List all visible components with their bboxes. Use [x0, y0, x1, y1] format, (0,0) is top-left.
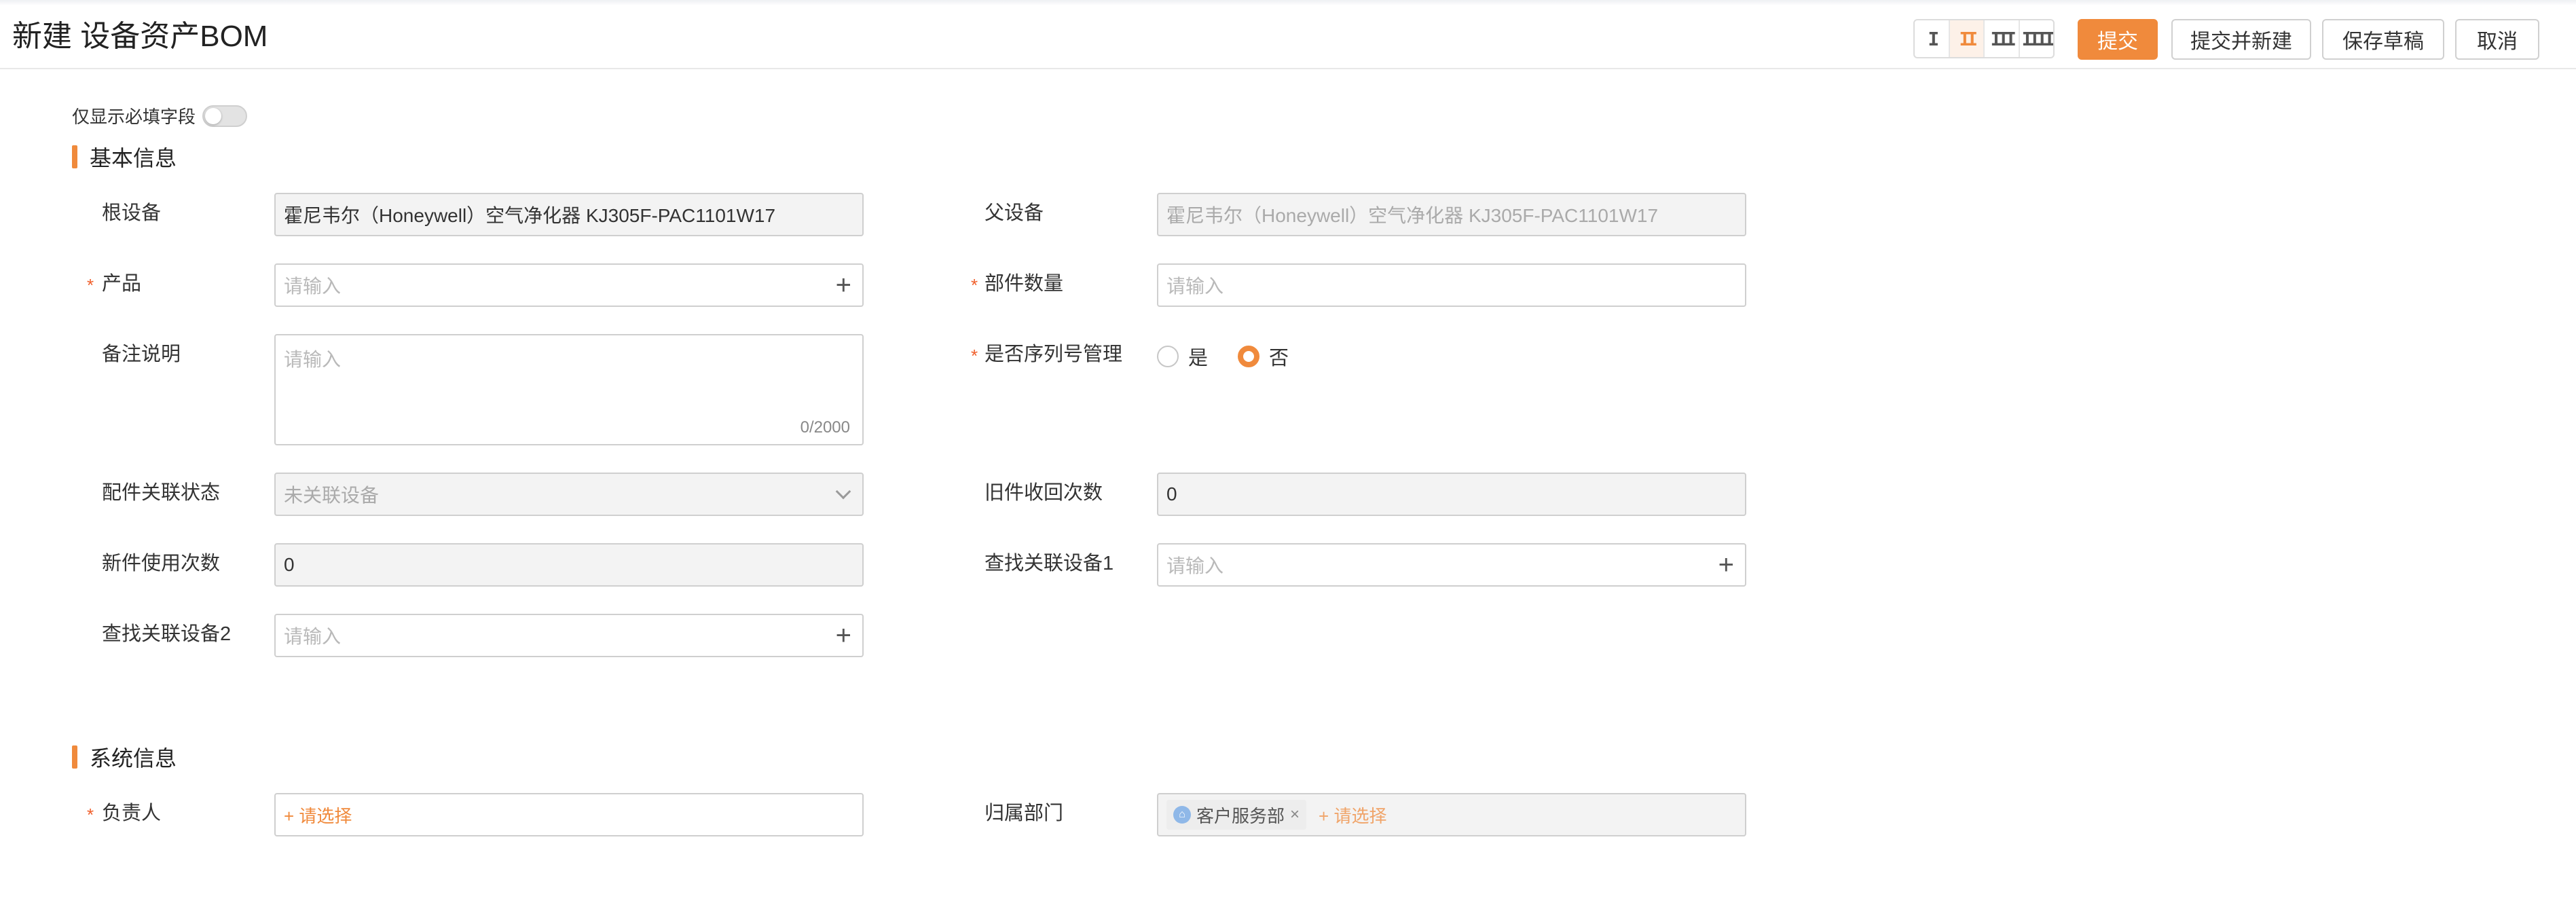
department-tag: ⌂ 客户服务部 × [1166, 800, 1307, 830]
find-device2-label: 查找关联设备2 [102, 623, 232, 645]
section-title-system: 系统信息 [72, 741, 177, 773]
cancel-button[interactable]: 取消 [2455, 19, 2539, 60]
product-label: 产品 [102, 273, 142, 295]
submit-and-new-button[interactable]: 提交并新建 [2171, 19, 2311, 60]
owner-label: 负责人 [102, 803, 162, 824]
section-accent-bar [72, 745, 77, 769]
section-title-basic: 基本信息 [72, 141, 177, 172]
owner-select-link[interactable]: + 请选择 [284, 803, 352, 828]
parent-device-value: 霍尼韦尔（Honeywell）空气净化器 KJ305F-PAC1101W17 [1166, 205, 1659, 226]
plus-icon[interactable]: + [1718, 551, 1734, 578]
required-mark: * [87, 805, 94, 825]
remark-placeholder: 请输入 [284, 349, 342, 370]
layout-3-column-button[interactable]: III [1985, 20, 2020, 57]
radio-checked-icon[interactable] [1238, 346, 1260, 367]
parent-device-field: 霍尼韦尔（Honeywell）空气净化器 KJ305F-PAC1101W17 [1157, 193, 1746, 236]
root-device-value: 霍尼韦尔（Honeywell）空气净化器 KJ305F-PAC1101W17 [284, 205, 776, 226]
serial-mgmt-option-yes[interactable]: 是 [1157, 342, 1208, 371]
page-header: 新建 设备资产BOM I II III IIII 提交 提交并新建 保存草稿 取… [0, 5, 2576, 69]
plus-icon[interactable]: + [836, 272, 851, 299]
section-accent-bar [72, 145, 77, 168]
old-recycle-count-value: 0 [1166, 483, 1177, 504]
radio-unchecked-icon[interactable] [1157, 346, 1179, 367]
part-link-status-value: 未关联设备 [284, 485, 380, 506]
section-title-basic-text: 基本信息 [90, 146, 177, 170]
new-use-count-field: 0 [274, 543, 864, 587]
serial-mgmt-option-no[interactable]: 否 [1238, 342, 1289, 371]
save-draft-button[interactable]: 保存草稿 [2322, 19, 2444, 60]
part-qty-label: 部件数量 [985, 273, 1064, 295]
toggle-knob [205, 107, 222, 124]
product-placeholder: 请输入 [284, 276, 342, 297]
remark-label: 备注说明 [102, 344, 181, 365]
layout-1-column-button[interactable]: I [1915, 20, 1950, 57]
required-only-toggle-row: 仅显示必填字段 [72, 103, 248, 128]
required-mark: * [87, 275, 94, 295]
required-mark: * [971, 275, 978, 295]
chevron-down-icon [835, 483, 851, 500]
section-title-system-text: 系统信息 [90, 746, 177, 771]
column-layout-switch: I II III IIII [1913, 19, 2055, 58]
part-link-status-label: 配件关联状态 [102, 482, 221, 504]
department-select: ⌂ 客户服务部 × + 请选择 [1157, 793, 1746, 836]
product-input[interactable]: 请输入 + [274, 263, 864, 307]
required-mark: * [971, 346, 978, 366]
part-link-status-select: 未关联设备 [274, 473, 864, 516]
department-label: 归属部门 [985, 803, 1064, 824]
top-shadow [0, 0, 2576, 5]
required-only-label: 仅显示必填字段 [72, 107, 196, 127]
department-tag-label: 客户服务部 [1196, 805, 1285, 826]
layout-2-column-button[interactable]: II [1949, 20, 1985, 57]
layout-4-column-button[interactable]: IIII [2020, 20, 2053, 57]
page: 新建 设备资产BOM I II III IIII 提交 提交并新建 保存草稿 取… [0, 0, 2576, 922]
new-use-count-value: 0 [284, 554, 295, 575]
old-recycle-count-label: 旧件收回次数 [985, 482, 1103, 504]
remark-textarea[interactable]: 请输入 0/2000 [274, 334, 864, 445]
find-device2-input[interactable]: 请输入 + [274, 614, 864, 657]
page-title: 新建 设备资产BOM [12, 20, 268, 53]
serial-mgmt-option-yes-label: 是 [1188, 348, 1209, 369]
plus-icon[interactable]: + [836, 622, 851, 649]
find-device1-input[interactable]: 请输入 + [1157, 543, 1746, 587]
department-select-link[interactable]: + 请选择 [1319, 803, 1386, 828]
root-device-field: 霍尼韦尔（Honeywell）空气净化器 KJ305F-PAC1101W17 [274, 193, 864, 236]
remark-char-counter: 0/2000 [800, 418, 850, 437]
find-device2-placeholder: 请输入 [284, 626, 342, 647]
department-icon: ⌂ [1173, 806, 1191, 824]
old-recycle-count-field: 0 [1157, 473, 1746, 516]
owner-select[interactable]: + 请选择 [274, 793, 864, 836]
parent-device-label: 父设备 [985, 202, 1044, 224]
submit-button[interactable]: 提交 [2078, 19, 2158, 60]
root-device-label: 根设备 [102, 202, 162, 224]
part-qty-input[interactable]: 请输入 [1157, 263, 1746, 307]
serial-mgmt-radio-group: 是 否 [1157, 342, 1319, 371]
serial-mgmt-option-no-label: 否 [1269, 348, 1289, 369]
find-device1-placeholder: 请输入 [1166, 555, 1224, 576]
close-icon[interactable]: × [1290, 805, 1300, 824]
part-qty-placeholder: 请输入 [1166, 276, 1224, 297]
required-only-toggle[interactable] [202, 105, 248, 127]
find-device1-label: 查找关联设备1 [985, 553, 1114, 574]
new-use-count-label: 新件使用次数 [102, 553, 221, 574]
serial-mgmt-label: 是否序列号管理 [985, 344, 1123, 365]
